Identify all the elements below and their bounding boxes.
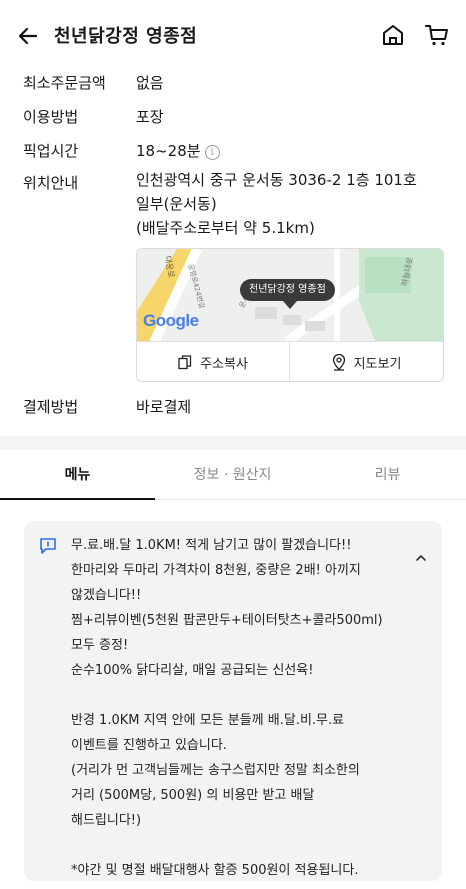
copy-address-label: 주소복사 [200, 357, 248, 372]
location-pin-icon [332, 354, 345, 371]
view-map-label: 지도보기 [353, 357, 402, 372]
store-notice: 무.료.배.달 1.0KM! 적게 남기고 많이 팔겠습니다!! 한마리와 두마… [24, 521, 442, 881]
address-line-2: 일부(운서동) [136, 195, 217, 213]
notice-line: 않겠습니다!! [71, 588, 142, 603]
pickup-value: 18~28분 [136, 142, 201, 160]
notice-line: 거리 (500M당, 500원) 의 비용만 받고 배달 [71, 788, 315, 803]
pickup-value-wrap: 18~28분 i [136, 140, 220, 161]
notice-line: 무.료.배.달 1.0KM! 적게 남기고 많이 팔겠습니다!! [71, 538, 352, 553]
chevron-up-icon[interactable] [414, 551, 428, 565]
copy-icon [178, 355, 192, 370]
notice-line: 모두 증정! [71, 638, 129, 653]
section-divider [0, 436, 466, 450]
notice-line: (거리가 먼 고객님들께는 송구스럽지만 정말 최소한의 [71, 763, 360, 778]
map-marker-tooltip: 천년닭강정 영종점 [240, 279, 335, 301]
method-label: 이용방법 [23, 108, 79, 126]
distance-text: (배달주소로부터 약 5.1km) [136, 219, 315, 237]
tab-reviews[interactable]: 리뷰 [310, 450, 465, 500]
tab-menu[interactable]: 메뉴 [0, 450, 155, 500]
payment-label: 결제방법 [23, 398, 79, 416]
google-logo: Google [143, 311, 199, 330]
map-pin-icon [283, 301, 297, 309]
notice-blank-line [71, 833, 411, 858]
notice-blank-line [71, 683, 411, 708]
notice-line: 한마리와 두마리 가격차이 8천원, 중량은 2배! 아끼지 [71, 563, 361, 578]
info-icon[interactable]: i [204, 145, 220, 160]
back-arrow-icon[interactable] [16, 24, 40, 48]
tab-info-origin[interactable]: 정보 · 원산지 [155, 450, 310, 500]
min-order-value: 없음 [136, 74, 164, 92]
address-block: 인천광역시 중구 운서동 3036-2 1층 101호 일부(운서동) (배달주… [136, 168, 446, 240]
min-order-label: 최소주문금액 [23, 74, 106, 92]
address-line-1: 인천광역시 중구 운서동 3036-2 1층 101호 [136, 171, 417, 189]
payment-value: 바로결제 [136, 398, 192, 416]
location-label: 위치안내 [23, 174, 79, 192]
view-map-button[interactable]: 지도보기 [290, 342, 443, 381]
notice-line: *야간 및 명절 배달대행사 할증 500원이 적용됩니다. [71, 863, 359, 878]
chat-notice-icon [40, 538, 56, 554]
copy-address-button[interactable]: 주소복사 [137, 342, 290, 381]
notice-line: 반경 1.0KM 지역 안에 모든 분들께 배.달.비.무.료 [71, 713, 345, 728]
map-view[interactable]: 대운로 공항로424번길 운서동 하늘대로 Google 천년닭강정 영종점 [137, 249, 443, 341]
notice-line: 이벤트를 진행하고 있습니다. [71, 738, 227, 753]
notice-line: 해드립니다!) [71, 813, 142, 828]
notice-line: 순수100% 닭다리살, 매일 공급되는 신선육! [71, 663, 314, 678]
map-card: 대운로 공항로424번길 운서동 하늘대로 Google 천년닭강정 영종점 주… [136, 248, 444, 382]
page-title: 천년닭강정 영종점 [54, 26, 198, 47]
method-value: 포장 [136, 108, 164, 126]
notice-text: 무.료.배.달 1.0KM! 적게 남기고 많이 팔겠습니다!! 한마리와 두마… [71, 533, 411, 883]
notice-line: 찜+리뷰이벤(5천원 팝콘만두+테이터탓츠+콜라500ml) [71, 613, 383, 628]
map-actions: 주소복사 지도보기 [137, 341, 443, 381]
tab-bar: 메뉴 정보 · 원산지 리뷰 [0, 450, 466, 500]
home-icon[interactable] [380, 22, 406, 48]
pickup-label: 픽업시간 [23, 142, 79, 160]
cart-icon[interactable] [424, 22, 450, 48]
app-header: 천년닭강정 영종점 [0, 0, 466, 70]
